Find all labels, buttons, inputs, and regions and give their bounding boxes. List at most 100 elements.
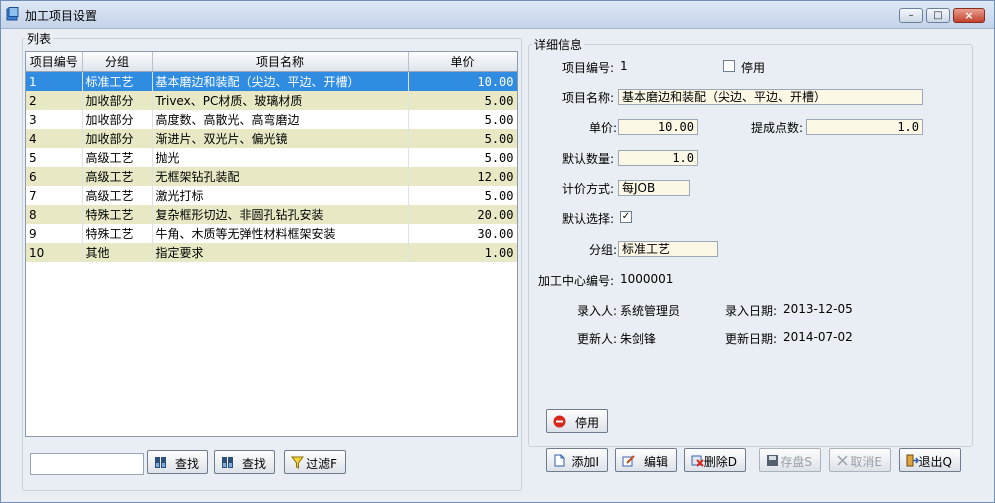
cell-group: 高级工艺 [82,186,153,205]
cell-group: 加收部分 [82,91,153,110]
cell-name: 无框架钻孔装配 [152,167,409,186]
empty-cell [26,376,82,395]
table-row[interactable]: 2 加收部分 Trivex、PC材质、玻璃材质 5.00 [26,91,517,110]
empty-cell [408,319,517,338]
exit-door-icon [906,454,919,467]
find-button-2-label: 查找 [241,457,266,471]
item-name-field[interactable]: 基本磨边和装配（尖边、平边、开槽） [618,89,923,105]
empty-cell [26,357,82,376]
table-row[interactable]: 8 特殊工艺 复杂框形切边、非圆孔钻孔安装 20.00 [26,205,517,224]
pricing-select[interactable]: 每JOB [618,180,690,196]
delete-button[interactable]: 删除D [684,448,746,472]
pricing-label: 计价方式: [562,182,615,196]
table-row[interactable]: 7 高级工艺 激光打标 5.00 [26,186,517,205]
search-input[interactable] [30,453,144,475]
main-window: 加工项目设置 – □ × 列表 项目编号 分组 项目名称 单价 1 标准工艺 基本磨… [0,0,995,503]
price-label: 单价: [588,121,617,135]
default-select-label: 默认选择: [562,212,615,226]
empty-row [26,281,517,300]
updated-date-value: 2014-07-02 [783,330,853,344]
empty-row [26,357,517,376]
cell-group: 加收部分 [82,129,153,148]
find-button-1[interactable]: 查找 [147,450,208,474]
cell-group: 特殊工艺 [82,205,153,224]
save-button[interactable]: 存盘S [759,448,821,472]
cancel-button[interactable]: 取消E [829,448,891,472]
group-field[interactable]: 标准工艺 [618,241,718,257]
cell-name: 指定要求 [152,243,409,262]
table-row[interactable]: 1 标准工艺 基本磨边和装配（尖边、平边、开槽） 10.00 [26,71,517,91]
save-disk-icon [767,455,778,466]
empty-cell [408,338,517,357]
stop-button[interactable]: 停用 [546,409,608,433]
empty-cell [82,357,152,376]
cell-name: 牛角、木质等无弹性材料框架安装 [152,224,409,243]
empty-cell [408,395,517,414]
find-button-2[interactable]: 查找 [214,450,275,474]
center-no-label: 加工中心编号: [538,274,615,288]
empty-cell [26,395,82,414]
table-row[interactable]: 3 加收部分 高度数、高散光、高弯磨边 5.00 [26,110,517,129]
cell-group: 高级工艺 [82,167,153,186]
cell-name: 渐进片、双光片、偏光镜 [152,129,409,148]
cell-price: 5.00 [408,129,517,148]
entered-date-label: 录入日期: [725,304,778,318]
table-row[interactable]: 6 高级工艺 无框架钻孔装配 12.00 [26,167,517,186]
list-group-label: 列表 [25,30,54,47]
add-button[interactable]: 添加I [546,448,608,472]
center-no-value: 1000001 [620,272,674,286]
col-header-price[interactable]: 单价 [408,52,517,72]
empty-row [26,300,517,319]
filter-button[interactable]: 过滤F [284,450,346,474]
col-header-id[interactable]: 项目编号 [26,52,83,72]
empty-cell [82,262,152,281]
minimize-button[interactable]: – [899,8,923,23]
item-grid[interactable]: 项目编号 分组 项目名称 单价 1 标准工艺 基本磨边和装配（尖边、平边、开槽） 10… [25,51,518,437]
cell-price: 5.00 [408,91,517,110]
points-field[interactable]: 1.0 [806,119,923,135]
entered-date-value: 2013-12-05 [783,302,853,316]
maximize-button[interactable]: □ [926,8,950,23]
cell-id: 6 [26,167,83,186]
empty-cell [26,319,82,338]
empty-row [26,376,517,395]
empty-row [26,395,517,414]
empty-cell [82,338,152,357]
binoculars-icon [222,457,233,468]
edit-button[interactable]: 编辑 [615,448,677,472]
empty-cell [408,281,517,300]
cell-id: 5 [26,148,83,167]
exit-button[interactable]: 退出Q [899,448,961,472]
disabled-checkbox[interactable] [723,60,735,72]
entered-by-label: 录入人: [576,304,617,318]
app-icon [6,7,19,21]
title-bar: 加工项目设置 – □ × [1,1,994,29]
table-row[interactable]: 5 高级工艺 抛光 5.00 [26,148,517,167]
table-row[interactable]: 10 其他 指定要求 1.00 [26,243,517,262]
empty-row [26,262,517,281]
grid-header: 项目编号 分组 项目名称 单价 [26,52,517,72]
cell-id: 8 [26,205,83,224]
empty-cell [152,319,408,338]
table-row[interactable]: 9 特殊工艺 牛角、木质等无弹性材料框架安装 30.00 [26,224,517,243]
cell-id: 3 [26,110,83,129]
cell-price: 10.00 [408,71,517,91]
empty-cell [408,376,517,395]
price-field[interactable]: 10.00 [618,119,698,135]
col-header-group[interactable]: 分组 [82,52,153,72]
empty-cell [26,281,82,300]
close-button[interactable]: × [953,8,985,23]
table-row[interactable]: 4 加收部分 渐进片、双光片、偏光镜 5.00 [26,129,517,148]
default-qty-field[interactable]: 1.0 [618,150,698,166]
col-header-name[interactable]: 项目名称 [152,52,409,72]
empty-cell [82,319,152,338]
empty-cell [26,262,82,281]
cell-name: 基本磨边和装配（尖边、平边、开槽） [152,71,409,91]
cell-name: Trivex、PC材质、玻璃材质 [152,91,409,110]
delete-button-label: 删除D [703,455,737,469]
default-select-checkbox[interactable]: ✓ [620,211,632,223]
add-button-label[interactable]: 添加I [571,453,599,470]
edit-button-label: 编辑 [643,455,668,469]
disabled-checkbox-label: 停用 [741,61,766,75]
cancel-button-label: 取消E [850,455,882,469]
